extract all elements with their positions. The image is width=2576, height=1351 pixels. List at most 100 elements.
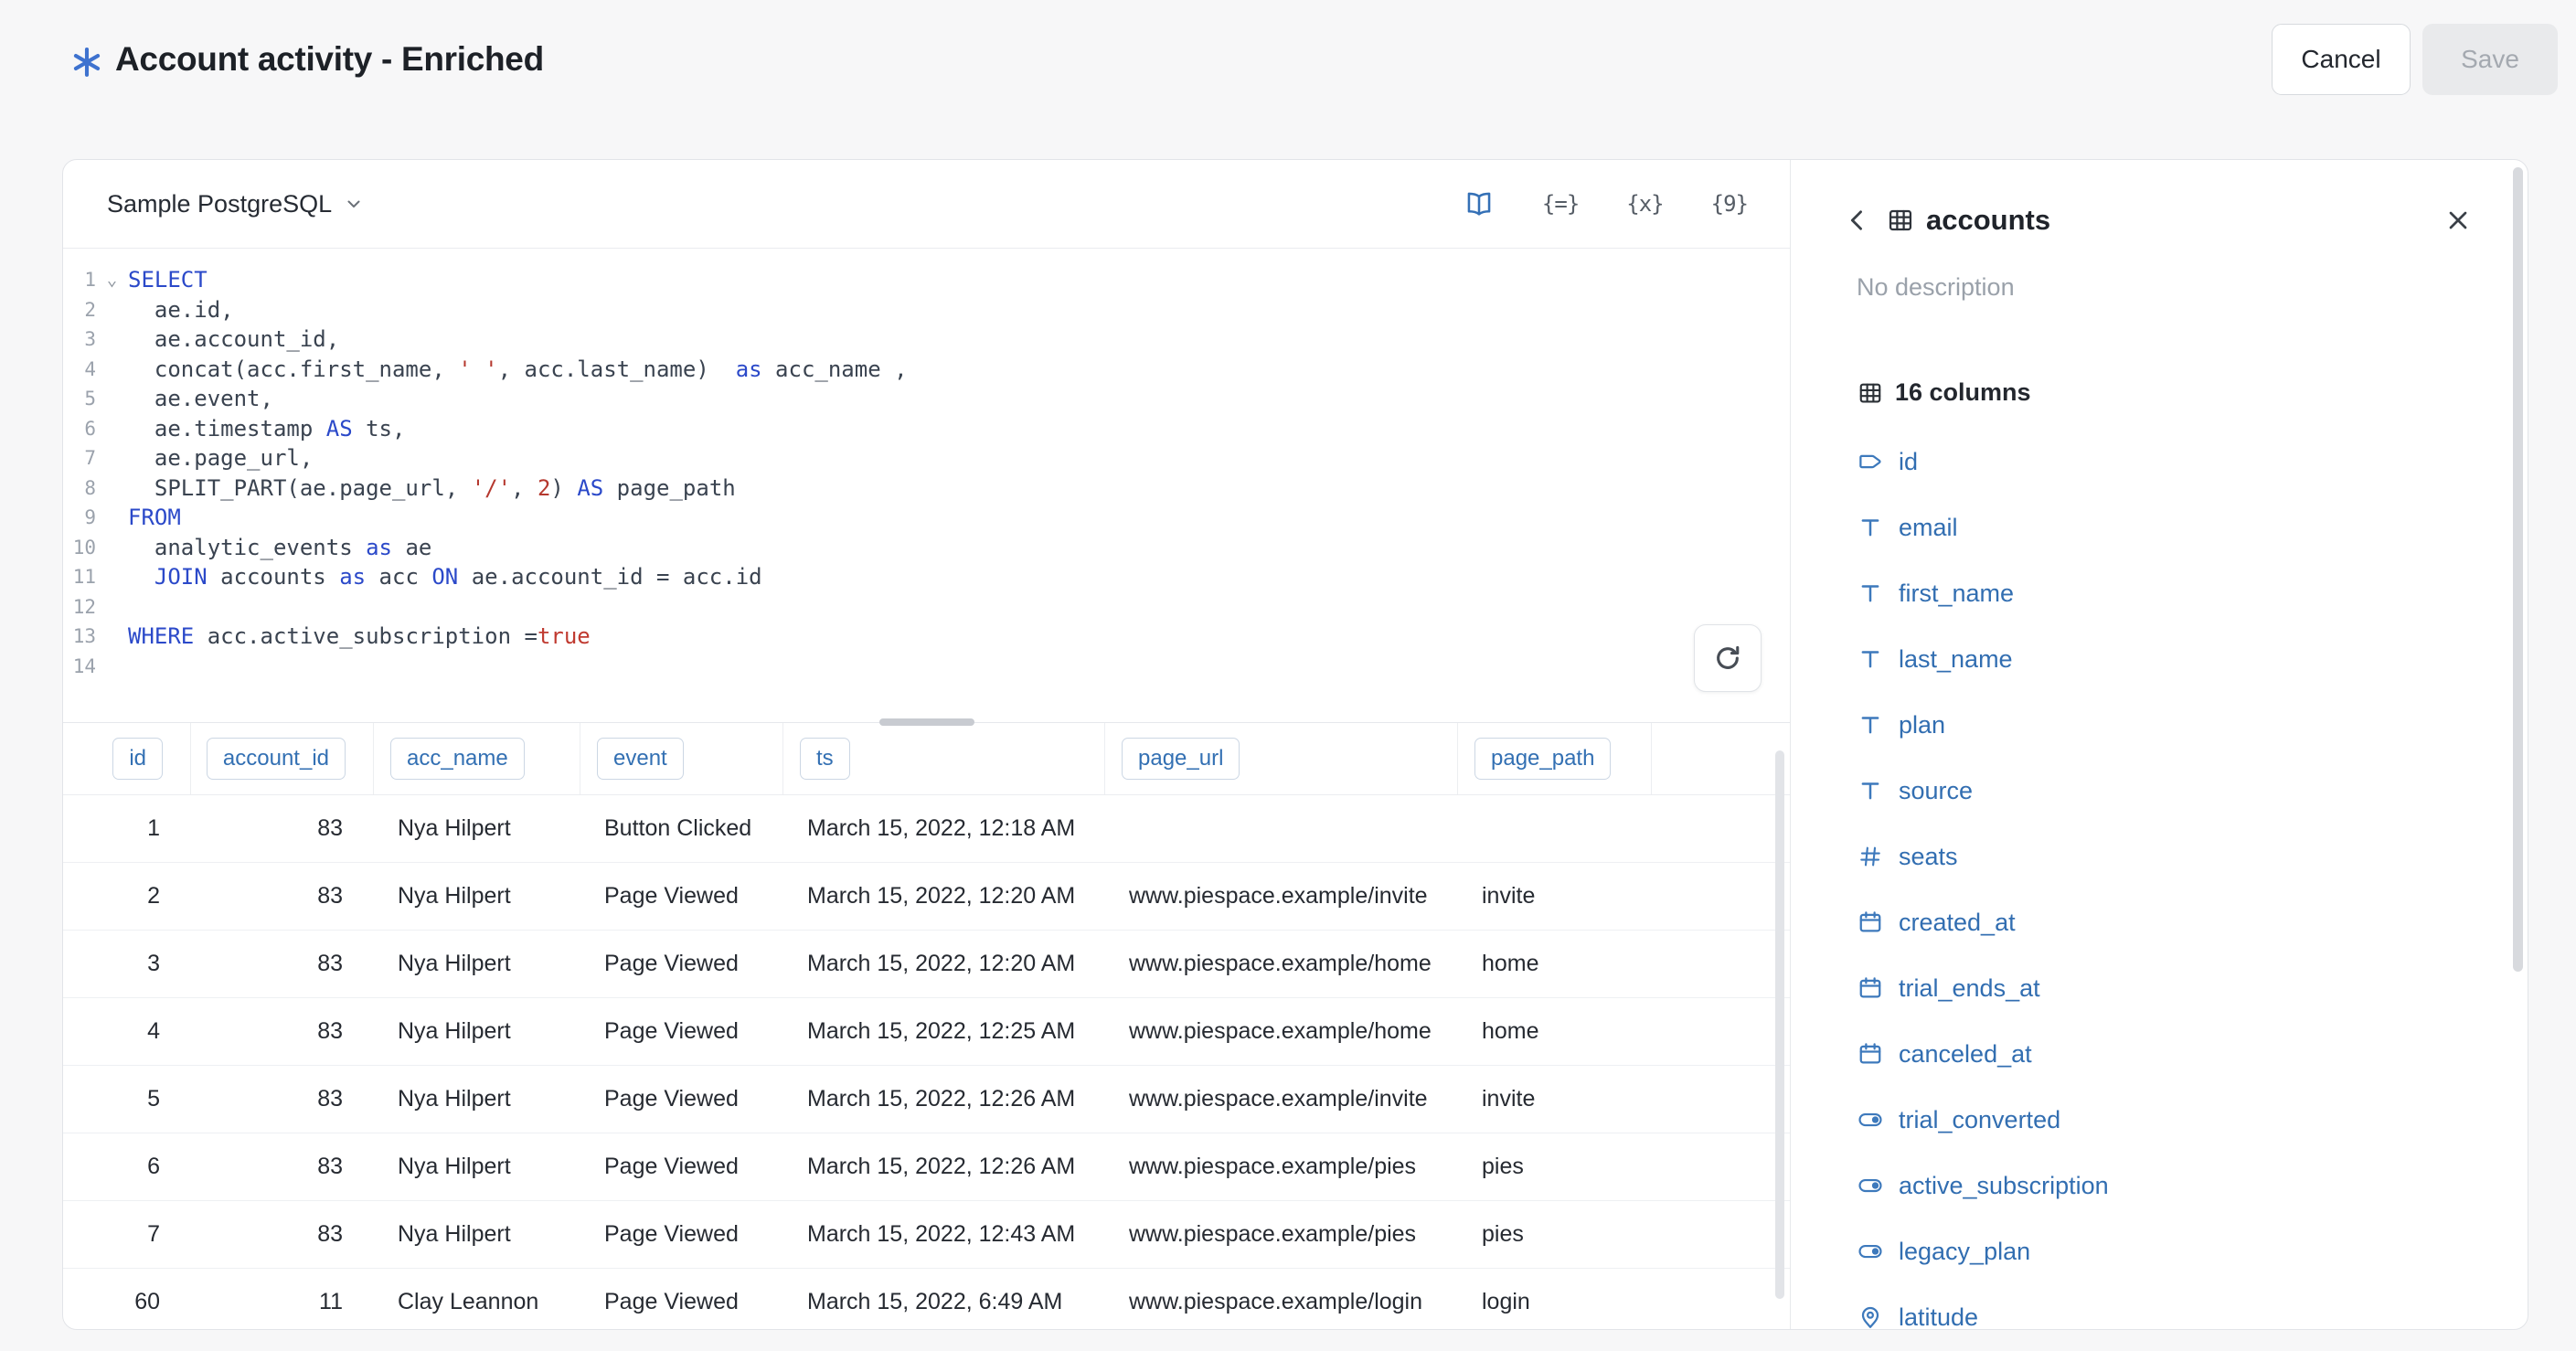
cell-page_path: home [1458,1018,1652,1045]
schema-panel: accounts No description 16 columns idema… [1791,160,2528,1329]
variables-icon[interactable]: {x} [1626,191,1663,217]
text-icon [1857,711,1884,739]
sql-editor[interactable]: 1⌄SELECT2 ae.id,3 ae.account_id,4 concat… [63,249,1790,722]
cell-id: 5 [63,1086,191,1112]
schema-column-legacy_plan[interactable]: legacy_plan [1791,1218,2528,1284]
cell-account_id: 11 [191,1289,374,1315]
cell-id: 7 [63,1221,191,1248]
schema-column-source[interactable]: source [1791,758,2528,824]
table-row[interactable]: 383Nya HilpertPage ViewedMarch 15, 2022,… [63,931,1790,998]
cell-event: Page Viewed [580,1086,783,1112]
code-line: 5 ae.event, [63,384,1790,414]
calendar-icon [1857,909,1884,936]
schema-column-trial_ends_at[interactable]: trial_ends_at [1791,955,2528,1021]
cell-ts: March 15, 2022, 12:18 AM [783,815,1105,842]
params-icon[interactable]: {9} [1711,191,1748,217]
schema-column-last_name[interactable]: last_name [1791,626,2528,692]
cell-page_url: www.piespace.example/invite [1105,883,1458,910]
cell-event: Page Viewed [580,951,783,977]
cell-ts: March 15, 2022, 6:49 AM [783,1289,1105,1315]
column-chip-acc_name[interactable]: acc_name [390,738,525,780]
schema-column-latitude[interactable]: latitude [1791,1284,2528,1330]
column-chip-account_id[interactable]: account_id [207,738,346,780]
cell-acc_name: Nya Hilpert [374,1221,580,1248]
schema-column-seats[interactable]: seats [1791,824,2528,889]
table-row[interactable]: 483Nya HilpertPage ViewedMarch 15, 2022,… [63,998,1790,1066]
schema-column-first_name[interactable]: first_name [1791,560,2528,626]
cell-page_path: invite [1458,883,1652,910]
columns-grid-icon [1857,379,1884,407]
table-row[interactable]: 683Nya HilpertPage ViewedMarch 15, 2022,… [63,1133,1790,1201]
refresh-button[interactable] [1694,624,1762,692]
schema-column-name: created_at [1899,909,2016,937]
schema-column-email[interactable]: email [1791,495,2528,560]
cell-page_path: pies [1458,1221,1652,1248]
table-row[interactable]: 283Nya HilpertPage ViewedMarch 15, 2022,… [63,863,1790,931]
schema-column-canceled_at[interactable]: canceled_at [1791,1021,2528,1087]
schema-column-id[interactable]: id [1791,429,2528,495]
schema-scrollbar[interactable] [2513,167,2523,972]
column-chip-event[interactable]: event [597,738,684,780]
column-chip-page_url[interactable]: page_url [1122,738,1240,780]
query-header: Sample PostgreSQL {=} {x} {9} [63,160,1790,249]
results-header: id account_id acc_name event ts page_url page_… [63,723,1790,795]
back-icon[interactable] [1842,205,1873,236]
column-chip-ts[interactable]: ts [800,738,850,780]
table-row[interactable]: 183Nya HilpertButton ClickedMarch 15, 20… [63,795,1790,863]
schema-column-plan[interactable]: plan [1791,692,2528,758]
cell-acc_name: Nya Hilpert [374,883,580,910]
close-icon[interactable] [2443,206,2473,235]
code-line: 7 ae.page_url, [63,443,1790,473]
code-line: 1⌄SELECT [63,265,1790,295]
open-book-icon[interactable] [1464,188,1495,219]
cancel-button[interactable]: Cancel [2272,24,2411,95]
table-row[interactable]: 583Nya HilpertPage ViewedMarch 15, 2022,… [63,1066,1790,1133]
cell-account_id: 83 [191,1154,374,1180]
cell-acc_name: Nya Hilpert [374,815,580,842]
cell-event: Page Viewed [580,1221,783,1248]
number-icon [1857,843,1884,870]
editor-toolbar: {=} {x} {9} [1464,188,1748,219]
column-chip-id[interactable]: id [112,738,163,780]
cell-ts: March 15, 2022, 12:26 AM [783,1154,1105,1180]
app: Account activity - Enriched Cancel Save … [0,0,2576,1351]
cell-event: Page Viewed [580,1154,783,1180]
text-icon [1857,514,1884,541]
schema-table-name: accounts [1926,204,2050,237]
column-chip-page_path[interactable]: page_path [1474,738,1611,780]
schema-column-created_at[interactable]: created_at [1791,889,2528,955]
schema-column-name: trial_converted [1899,1106,2060,1134]
cell-acc_name: Nya Hilpert [374,1086,580,1112]
table-row[interactable]: 783Nya HilpertPage ViewedMarch 15, 2022,… [63,1201,1790,1269]
tag-icon [1857,448,1884,475]
cell-event: Page Viewed [580,1289,783,1315]
datasource-selector[interactable]: Sample PostgreSQL [107,190,365,218]
schema-column-trial_converted[interactable]: trial_converted [1791,1087,2528,1153]
code-line: 14 [63,652,1790,682]
table-row[interactable]: 6011Clay LeannonPage ViewedMarch 15, 202… [63,1269,1790,1329]
cell-ts: March 15, 2022, 12:20 AM [783,883,1105,910]
schema-column-active_subscription[interactable]: active_subscription [1791,1153,2528,1218]
results-scrollbar[interactable] [1775,750,1784,1299]
results-table: id account_id acc_name event ts page_url page_… [63,723,1790,1329]
code-line: 13WHERE acc.active_subscription =true [63,622,1790,652]
cell-page_path: pies [1458,1154,1652,1180]
cell-ts: March 15, 2022, 12:25 AM [783,1018,1105,1045]
code-line: 12 [63,592,1790,622]
format-icon[interactable]: {=} [1542,191,1579,217]
cell-account_id: 83 [191,883,374,910]
cell-page_url: www.piespace.example/pies [1105,1221,1458,1248]
calendar-icon [1857,974,1884,1002]
text-icon [1857,645,1884,673]
calendar-icon [1857,1040,1884,1068]
cell-page_path: home [1458,951,1652,977]
cell-event: Page Viewed [580,1018,783,1045]
asterisk-icon [69,45,104,80]
schema-panel-header: accounts [1842,200,2473,240]
header-filler [1652,723,1790,794]
fold-chevron-icon[interactable]: ⌄ [96,265,128,295]
schema-column-count: 16 columns [1895,378,2031,407]
header-cell-ts: ts [783,723,1105,794]
save-button[interactable]: Save [2422,24,2558,95]
boolean-icon [1857,1172,1884,1199]
